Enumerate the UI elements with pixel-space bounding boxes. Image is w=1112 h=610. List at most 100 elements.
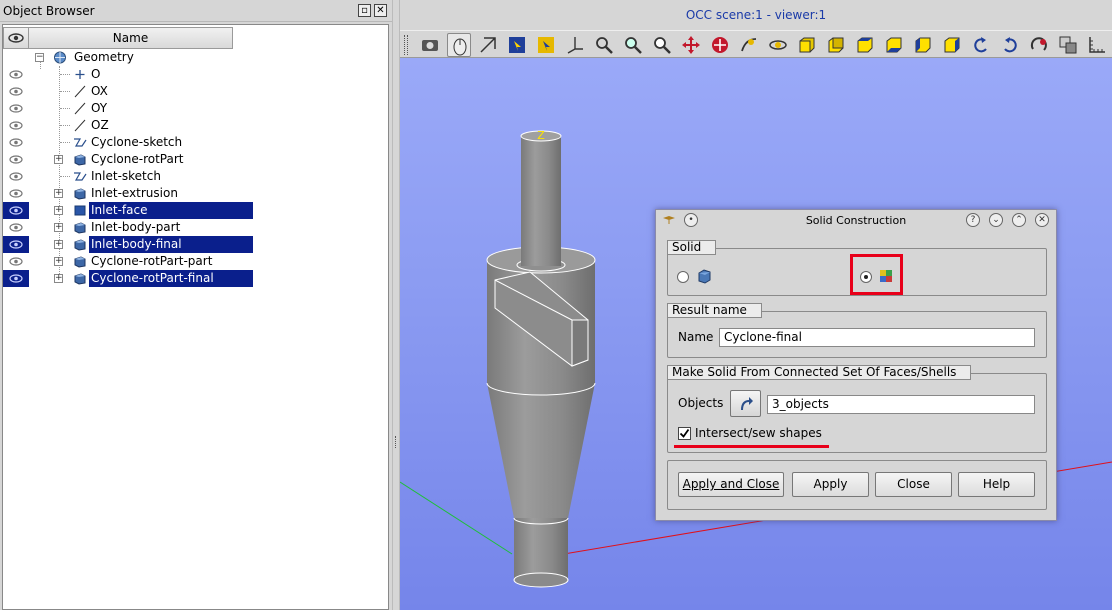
fit-all-button[interactable] bbox=[592, 33, 616, 57]
visibility-toggle[interactable] bbox=[7, 153, 25, 166]
front-view-icon bbox=[799, 37, 815, 53]
eye-icon bbox=[8, 33, 24, 43]
zoom-button[interactable] bbox=[650, 33, 674, 57]
left-view-button[interactable] bbox=[911, 33, 935, 57]
tree-row[interactable]: OZ bbox=[3, 117, 388, 134]
geometry-module-icon bbox=[54, 51, 66, 64]
clone-view-button[interactable] bbox=[1056, 33, 1080, 57]
left-view-icon bbox=[915, 37, 931, 53]
back-view-button[interactable] bbox=[824, 33, 848, 57]
tree-row[interactable]: OY bbox=[3, 100, 388, 117]
eye-icon bbox=[9, 138, 23, 147]
vector-icon bbox=[74, 85, 86, 98]
zoom-style-button[interactable] bbox=[476, 33, 500, 57]
rotate-counterclockwise-button[interactable] bbox=[969, 33, 993, 57]
tree-item-label: Inlet-body-part bbox=[91, 220, 181, 234]
top-view-button[interactable] bbox=[853, 33, 877, 57]
right-view-button[interactable] bbox=[940, 33, 964, 57]
panel-splitter[interactable] bbox=[392, 0, 400, 610]
tree-row[interactable]: Cyclone-sketch bbox=[3, 134, 388, 151]
rotate-button[interactable] bbox=[766, 33, 790, 57]
tree-row-geometry[interactable]: − Geometry bbox=[3, 49, 388, 66]
reset-view-button[interactable] bbox=[1027, 33, 1051, 57]
visibility-toggle[interactable] bbox=[7, 119, 25, 132]
visibility-toggle[interactable] bbox=[7, 68, 25, 81]
expand-icon[interactable]: + bbox=[54, 223, 63, 232]
tree-row[interactable]: + Cyclone-rotPart-part bbox=[3, 253, 388, 270]
expand-icon[interactable]: + bbox=[54, 189, 63, 198]
tree-item-label: Cyclone-sketch bbox=[91, 135, 183, 149]
name-column-header[interactable]: Name bbox=[29, 27, 233, 49]
float-panel-icon[interactable]: ▫ bbox=[358, 4, 371, 17]
top-view-icon bbox=[857, 37, 873, 53]
expand-icon[interactable]: + bbox=[54, 155, 63, 164]
dialog-titlebar[interactable]: • Solid Construction ? ⌄ ⌃ ✕ bbox=[656, 210, 1056, 231]
visibility-toggle[interactable] bbox=[7, 102, 25, 115]
expand-icon[interactable]: + bbox=[54, 206, 63, 215]
tree-row[interactable]: + Cyclone-rotPart bbox=[3, 151, 388, 168]
visibility-toggle[interactable] bbox=[7, 255, 25, 268]
visibility-toggle[interactable] bbox=[3, 202, 29, 219]
close-button[interactable]: Close bbox=[875, 472, 952, 497]
graduated-axes-button[interactable] bbox=[1085, 33, 1109, 57]
tree-row[interactable]: + Inlet-body-part bbox=[3, 219, 388, 236]
reset-view-icon bbox=[1030, 37, 1047, 51]
close-icon[interactable]: ✕ bbox=[1035, 213, 1049, 227]
tree-row[interactable]: + Inlet-extrusion bbox=[3, 185, 388, 202]
select-rect-button[interactable] bbox=[505, 33, 529, 57]
show-trihedron-button[interactable] bbox=[563, 33, 587, 57]
result-name-field[interactable]: Cyclone-final bbox=[719, 328, 1035, 347]
interaction-style-button[interactable] bbox=[447, 33, 471, 57]
front-view-button[interactable] bbox=[795, 33, 819, 57]
eye-icon bbox=[9, 104, 23, 113]
tree-row[interactable]: + Inlet-face bbox=[3, 202, 388, 219]
help-button[interactable]: Help bbox=[958, 472, 1035, 497]
intersect-checkbox[interactable] bbox=[678, 427, 691, 440]
visibility-toggle[interactable] bbox=[7, 85, 25, 98]
apply-label: Apply bbox=[813, 477, 848, 491]
tree-item-label: Cyclone-rotPart-final bbox=[89, 270, 253, 287]
dynamic-preselection-button[interactable] bbox=[534, 33, 558, 57]
global-pan-button[interactable] bbox=[708, 33, 732, 57]
rotate-clockwise-button[interactable] bbox=[998, 33, 1022, 57]
tree-row[interactable]: OX bbox=[3, 83, 388, 100]
solid-icon bbox=[74, 239, 86, 251]
visibility-toggle[interactable] bbox=[3, 270, 29, 287]
pan-button[interactable] bbox=[679, 33, 703, 57]
apply-and-close-button[interactable]: Apply and Close bbox=[678, 472, 784, 497]
visibility-toggle[interactable] bbox=[7, 170, 25, 183]
radio-solid-from-faces[interactable] bbox=[860, 271, 872, 283]
tree-row[interactable]: Inlet-sketch bbox=[3, 168, 388, 185]
expand-icon[interactable]: + bbox=[54, 257, 63, 266]
objects-field[interactable]: 3_objects bbox=[767, 395, 1035, 414]
radio-solid-from-shell[interactable] bbox=[677, 271, 689, 283]
intersect-label: Intersect/sew shapes bbox=[695, 426, 822, 440]
close-panel-icon[interactable]: ✕ bbox=[374, 4, 387, 17]
help-icon[interactable]: ? bbox=[966, 213, 980, 227]
visibility-column-header[interactable] bbox=[3, 27, 29, 49]
expand-icon[interactable]: + bbox=[54, 240, 63, 249]
visibility-toggle[interactable] bbox=[7, 136, 25, 149]
fit-area-button[interactable] bbox=[621, 33, 645, 57]
tree-row[interactable]: O bbox=[3, 66, 388, 83]
help-label: Help bbox=[982, 477, 1011, 491]
visibility-toggle[interactable] bbox=[7, 221, 25, 234]
eye-icon bbox=[9, 121, 23, 130]
toolbar-handle[interactable] bbox=[404, 35, 408, 55]
bottom-view-button[interactable] bbox=[882, 33, 906, 57]
tree-row[interactable]: + Cyclone-rotPart-final bbox=[3, 270, 388, 287]
dump-view-button[interactable] bbox=[418, 33, 442, 57]
expand-icon[interactable]: + bbox=[54, 274, 63, 283]
visibility-toggle[interactable] bbox=[7, 187, 25, 200]
maximize-icon[interactable]: ⌃ bbox=[1012, 213, 1026, 227]
collapse-icon[interactable]: − bbox=[35, 53, 44, 62]
apply-button[interactable]: Apply bbox=[792, 472, 869, 497]
select-objects-button[interactable] bbox=[730, 390, 761, 417]
sticky-icon[interactable]: • bbox=[684, 213, 698, 227]
tree-row[interactable]: + Inlet-body-final bbox=[3, 236, 388, 253]
minimize-icon[interactable]: ⌄ bbox=[989, 213, 1003, 227]
visibility-toggle[interactable] bbox=[3, 236, 29, 253]
viewer-title: OCC scene:1 - viewer:1 bbox=[400, 0, 1112, 30]
rotation-point-button[interactable] bbox=[737, 33, 761, 57]
solid-construction-dialog: • Solid Construction ? ⌄ ⌃ ✕ Solid Resul… bbox=[655, 209, 1057, 521]
